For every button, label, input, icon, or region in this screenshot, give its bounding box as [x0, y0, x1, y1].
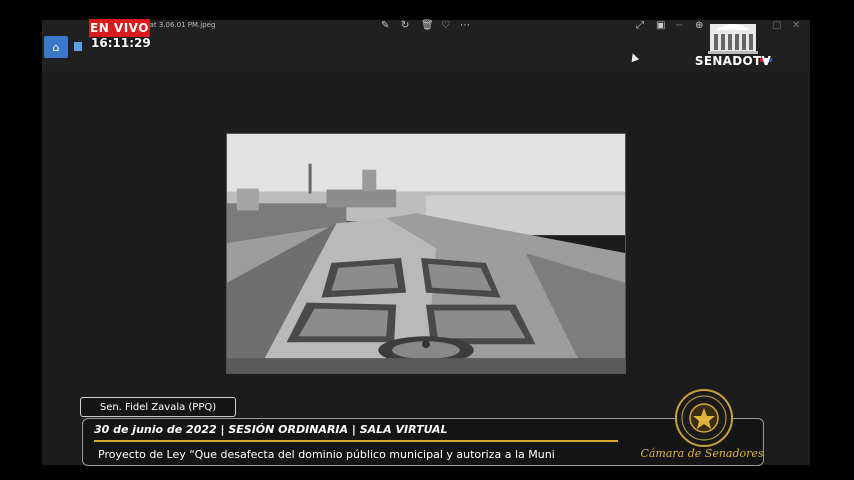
more-icon[interactable]: ⋯ — [460, 20, 470, 32]
channel-logo-text: SENADOTV — [694, 54, 772, 68]
historical-photo — [226, 133, 626, 374]
delete-icon[interactable]: 🗑 — [421, 20, 434, 32]
speaker-name: Sen. Fidel Zavala (PPQ) — [80, 397, 236, 417]
favorite-icon[interactable]: ♡ — [441, 20, 450, 32]
edit-icon[interactable]: ✎ — [381, 20, 389, 32]
senate-seal-icon — [675, 389, 733, 447]
close-icon[interactable]: ✕ — [792, 20, 800, 32]
fullscreen-icon[interactable]: ⤢ — [636, 20, 644, 32]
chamber-name: Cámara de Senadores — [640, 447, 764, 460]
home-button[interactable]: ⌂ — [44, 36, 68, 58]
live-time: 16:11:29 — [91, 36, 151, 50]
news-ticker: Proyecto de Ley “Que desafecta del domin… — [98, 448, 555, 461]
fit-icon[interactable]: ▣ — [656, 20, 665, 32]
live-badge: EN VIVO — [89, 19, 150, 37]
rotate-icon[interactable]: ↻ — [401, 20, 409, 32]
gold-divider — [94, 440, 618, 442]
zoom-out-icon[interactable]: − — [675, 20, 683, 32]
image-file-icon — [74, 42, 82, 51]
session-info: 30 de junio de 2022 | SESIÓN ORDINARIA |… — [94, 423, 448, 436]
